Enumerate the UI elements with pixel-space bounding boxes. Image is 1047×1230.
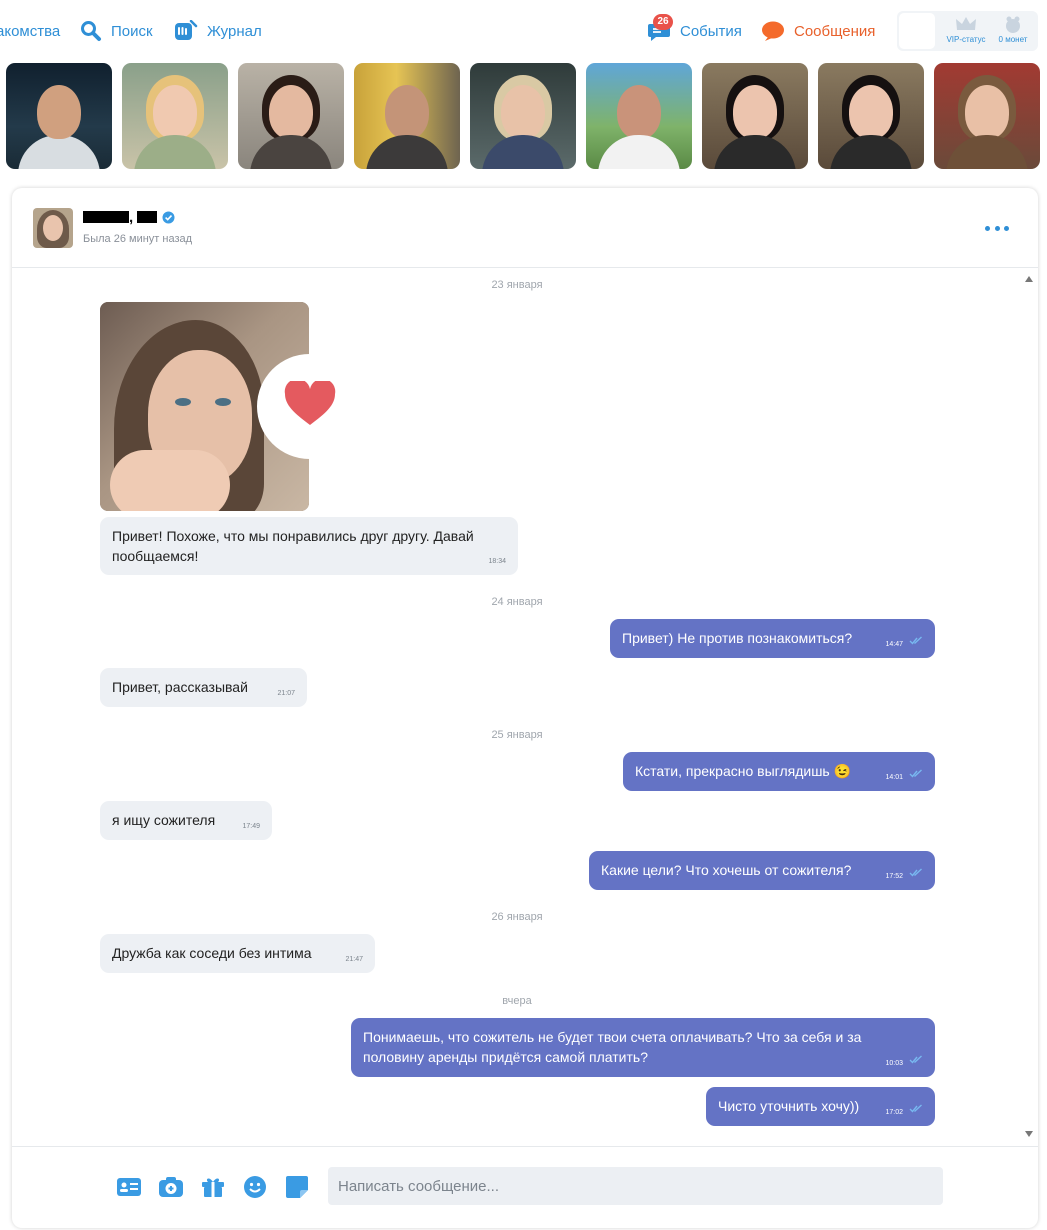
search-icon	[80, 20, 102, 42]
message-text: Чисто уточнить хочу))	[718, 1098, 860, 1114]
contact-avatar[interactable]	[33, 208, 73, 248]
message-text: я ищу сожителя	[112, 812, 216, 828]
date-separator: 26 января	[491, 911, 543, 923]
profile-thumbnail[interactable]	[586, 63, 692, 169]
message-text: Какие цели? Что хочешь от сожителя?	[601, 862, 852, 878]
message-composer	[12, 1146, 1038, 1228]
chat-header: , Была 26 минут назад	[12, 188, 1038, 268]
nav-events-label: События	[680, 22, 742, 40]
profile-thumbnail[interactable]	[354, 63, 460, 169]
outgoing-message: Понимаешь, что сожитель не будет твои сч…	[351, 1018, 935, 1077]
read-check-icon	[909, 630, 923, 650]
messages-bubble-icon	[761, 20, 785, 42]
incoming-message: Дружба как соседи без интима 21:47	[100, 934, 375, 973]
date-separator: 23 января	[491, 279, 543, 291]
redacted-name	[83, 211, 129, 223]
profile-thumbnail[interactable]	[6, 63, 112, 169]
profile-thumbnail[interactable]	[238, 63, 344, 169]
camera-icon[interactable]	[159, 1175, 183, 1199]
heart-icon	[284, 378, 336, 432]
journal-icon	[174, 20, 198, 42]
like-heart-badge	[257, 354, 362, 459]
message-time: 17:52	[885, 873, 903, 880]
read-check-icon	[909, 763, 923, 783]
nav-dating-label: акомства	[0, 22, 61, 40]
incoming-message: Привет, рассказывай 21:07	[100, 668, 307, 707]
message-text: Кстати, прекрасно выглядишь 😉	[635, 763, 852, 779]
profile-thumbnail[interactable]	[470, 63, 576, 169]
profile-thumbnail[interactable]	[122, 63, 228, 169]
date-separator: 24 января	[491, 596, 543, 608]
incoming-message: я ищу сожителя 17:49	[100, 801, 272, 840]
message-time: 17:49	[242, 823, 260, 830]
nav-messages-link[interactable]: Сообщения	[761, 18, 875, 44]
outgoing-message: Чисто уточнить хочу)) 17:02	[706, 1087, 935, 1126]
message-text: Дружба как соседи без интима	[112, 945, 312, 961]
vip-status-label: VIP-статус	[946, 35, 986, 44]
nav-search-link[interactable]: Поиск	[80, 18, 153, 44]
scroll-down-arrow[interactable]	[1025, 1131, 1033, 1137]
more-dots-icon[interactable]	[985, 219, 1009, 237]
name-separator: ,	[129, 208, 134, 226]
contact-name[interactable]: ,	[83, 208, 175, 226]
profile-photo-strip	[0, 63, 1047, 169]
nav-search-label: Поиск	[111, 22, 153, 40]
nav-messages-label: Сообщения	[794, 22, 876, 40]
message-time: 21:07	[277, 690, 295, 697]
read-check-icon	[909, 1098, 923, 1118]
top-navigation: акомства Поиск Журнал События 26 Сообщен…	[0, 0, 1047, 62]
message-text: Привет, рассказывай	[112, 679, 248, 695]
contact-card-icon[interactable]	[117, 1175, 141, 1199]
coin-bag-icon	[990, 15, 1036, 33]
incoming-message: Привет! Похоже, что мы понравились друг …	[100, 517, 518, 575]
events-count-badge: 26	[653, 14, 673, 30]
message-input[interactable]	[328, 1167, 943, 1205]
message-time: 18:34	[488, 558, 506, 565]
sticker-icon[interactable]	[285, 1175, 309, 1199]
nav-journal-label: Журнал	[207, 22, 262, 40]
last-seen-status: Была 26 минут назад	[83, 233, 193, 245]
outgoing-message: Какие цели? Что хочешь от сожителя? 17:5…	[589, 851, 935, 890]
redacted-age	[137, 211, 158, 223]
message-time: 14:47	[885, 641, 903, 648]
message-text: Привет) Не против познакомиться?	[622, 630, 853, 646]
message-text: Понимаешь, что сожитель не будет твои сч…	[363, 1029, 862, 1065]
vip-status-button[interactable]: VIP-статус	[943, 15, 989, 44]
crown-icon	[943, 15, 989, 33]
profile-thumbnail[interactable]	[702, 63, 808, 169]
chat-window: , Была 26 минут назад 23 января Привет! …	[12, 188, 1038, 1228]
message-time: 21:47	[345, 956, 363, 963]
profile-thumbnail[interactable]	[934, 63, 1040, 169]
date-separator: 25 января	[491, 729, 543, 741]
message-time: 17:02	[885, 1109, 903, 1116]
profile-mini-avatar[interactable]	[899, 13, 935, 49]
gift-icon[interactable]	[201, 1175, 225, 1199]
outgoing-message: Привет) Не против познакомиться? 14:47	[610, 619, 935, 658]
message-time: 10:03	[885, 1060, 903, 1067]
emoji-icon[interactable]	[243, 1175, 267, 1199]
coins-button[interactable]: 0 монет	[990, 15, 1036, 44]
outgoing-message: Кстати, прекрасно выглядишь 😉 14:01	[623, 752, 935, 791]
read-check-icon	[909, 862, 923, 882]
coins-label: 0 монет	[998, 35, 1028, 44]
nav-journal-link[interactable]: Журнал	[174, 18, 262, 44]
message-text: Привет! Похоже, что мы понравились друг …	[112, 528, 474, 564]
verified-check-icon	[162, 211, 175, 224]
read-check-icon	[909, 1049, 923, 1069]
scroll-up-arrow[interactable]	[1025, 276, 1033, 282]
date-separator: вчера	[502, 995, 532, 1007]
profile-thumbnail[interactable]	[818, 63, 924, 169]
account-status-box: VIP-статус 0 монет	[897, 11, 1038, 51]
nav-dating-link[interactable]: акомства	[0, 18, 60, 44]
message-time: 14:01	[885, 774, 903, 781]
